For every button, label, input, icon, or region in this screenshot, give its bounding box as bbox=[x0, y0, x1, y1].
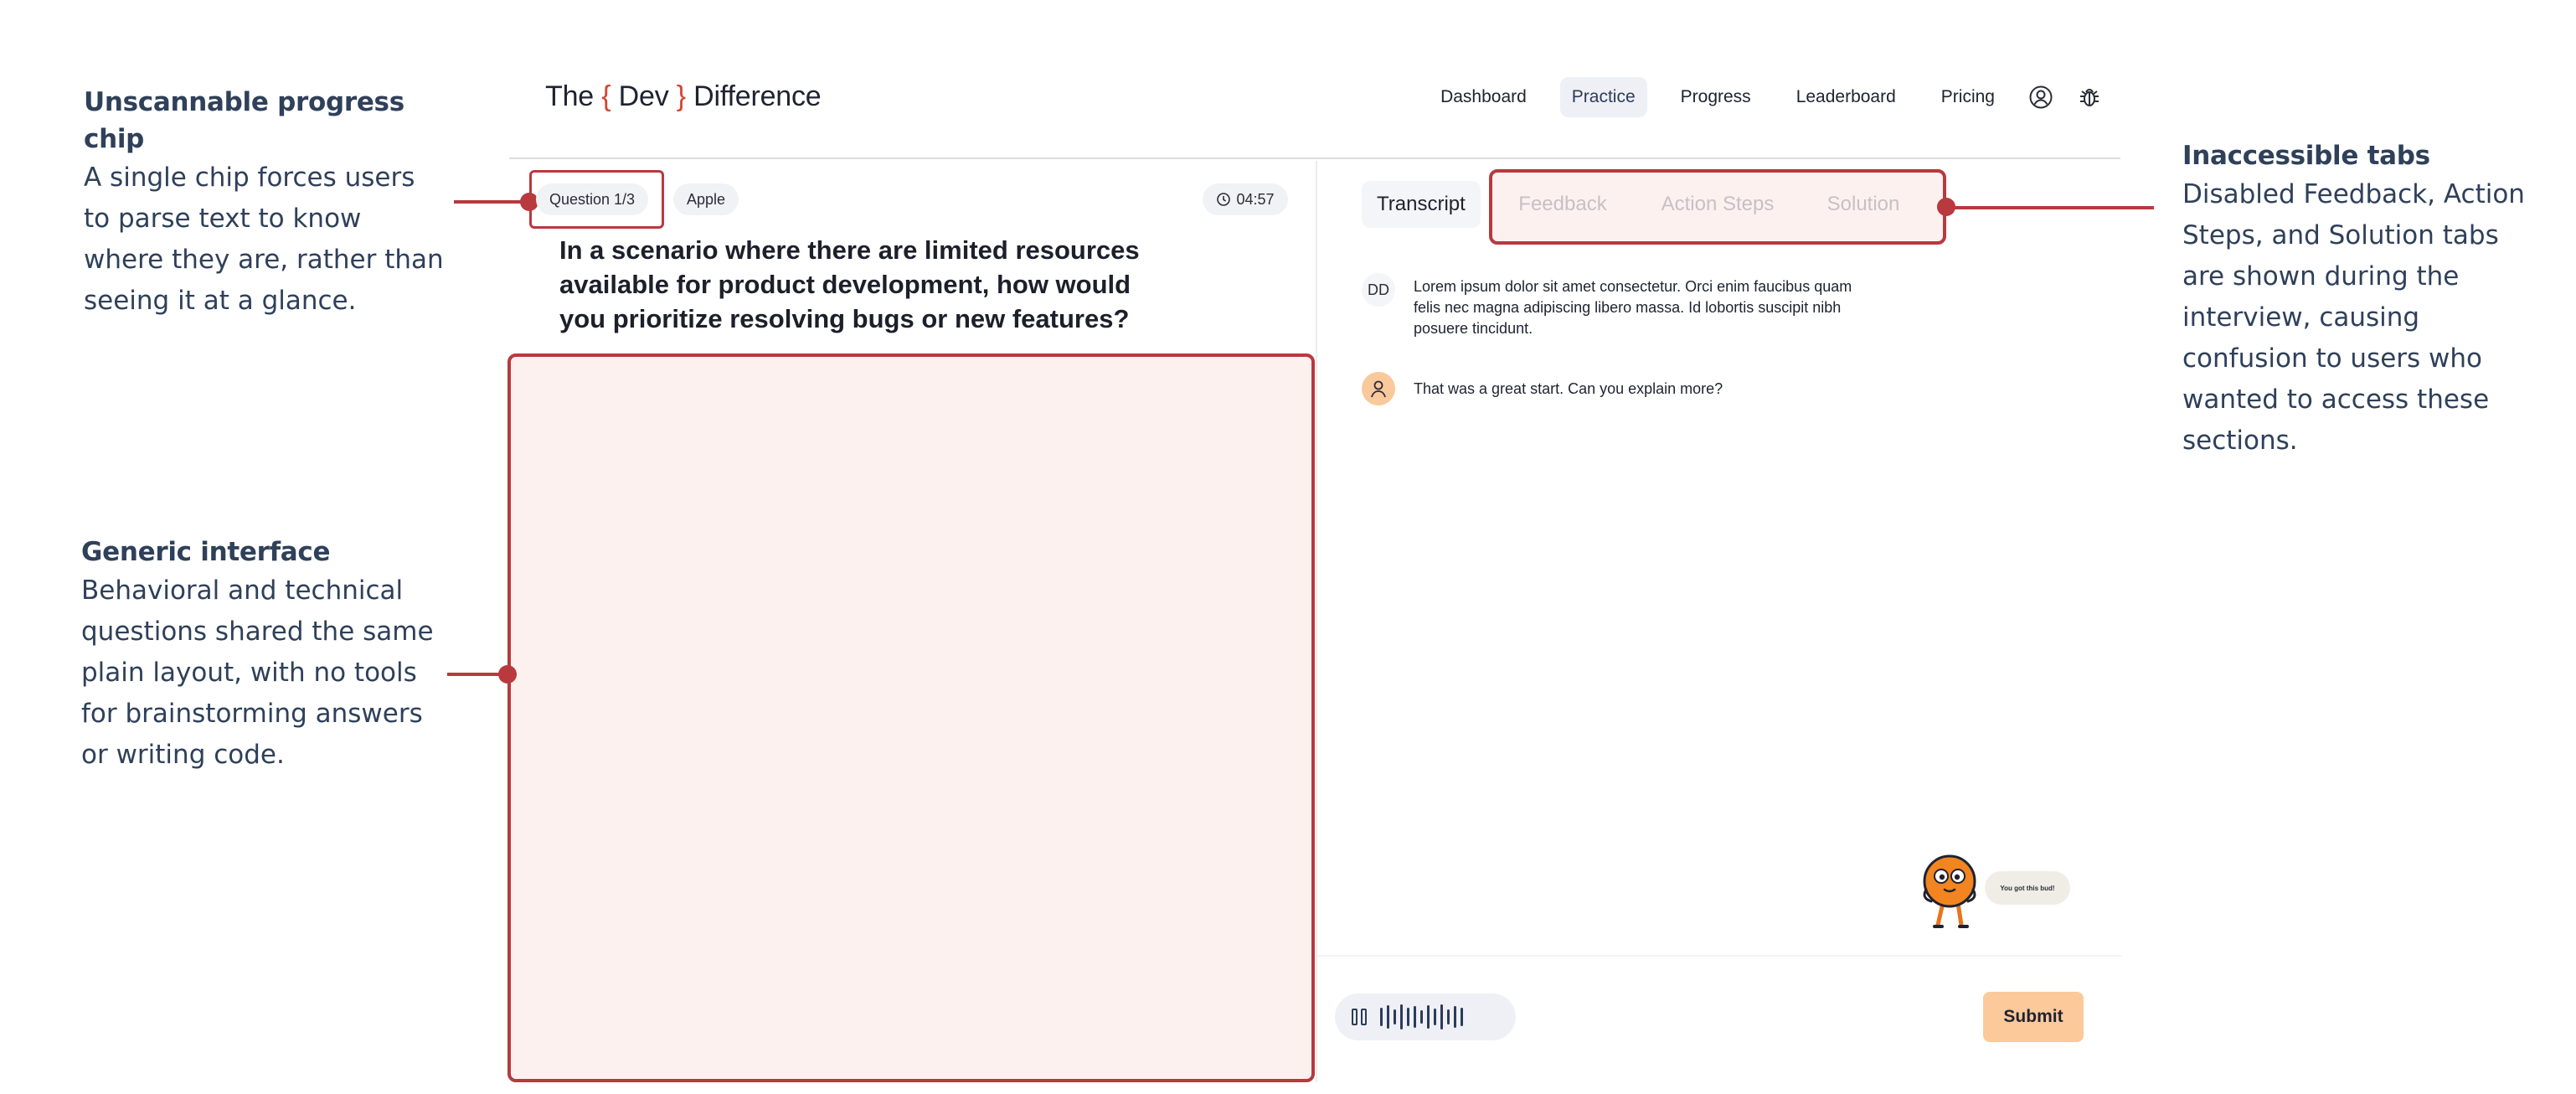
annotation-inaccessible-tabs: Inaccessible tabs Disabled Feedback, Act… bbox=[2182, 137, 2543, 462]
clock-icon bbox=[1217, 193, 1231, 206]
nav-leaderboard[interactable]: Leaderboard bbox=[1785, 77, 1908, 117]
mascot-illustration bbox=[1918, 851, 1985, 935]
message-text: That was a great start. Can you explain … bbox=[1414, 380, 1723, 397]
tab-feedback[interactable]: Feedback bbox=[1504, 181, 1621, 228]
panel-divider bbox=[1316, 161, 1317, 1082]
audio-waveform-icon bbox=[1380, 1004, 1463, 1029]
tab-transcript[interactable]: Transcript bbox=[1362, 181, 1481, 228]
logo-text: The bbox=[545, 80, 602, 112]
connector-inaccessible-tabs bbox=[1946, 206, 2154, 209]
main-nav: Dashboard Practice Progress Leaderboard … bbox=[1407, 77, 2104, 117]
annotation-body: A single chip forces users to parse text… bbox=[84, 163, 444, 316]
avatar-interviewer: DD bbox=[1362, 273, 1395, 307]
submit-button[interactable]: Submit bbox=[1983, 992, 2084, 1042]
logo-text: Dev bbox=[611, 80, 677, 112]
question-text: In a scenario where there are limited re… bbox=[559, 235, 1140, 333]
annotation-title: Generic interface bbox=[81, 537, 331, 567]
nav-progress[interactable]: Progress bbox=[1669, 77, 1763, 117]
logo-brace-open: { bbox=[601, 80, 611, 112]
annotation-progress-chip: Unscannable progress chip A single chip … bbox=[84, 84, 444, 322]
connector-progress-chip bbox=[454, 200, 529, 204]
timer-value: 04:57 bbox=[1236, 190, 1275, 208]
mascot-speech-bubble: You got this bud! bbox=[1985, 871, 2070, 905]
annotation-title: Inaccessible tabs bbox=[2182, 141, 2430, 171]
tab-solution[interactable]: Solution bbox=[1809, 181, 1918, 228]
answer-workspace[interactable] bbox=[507, 353, 1315, 1082]
annotation-generic-interface: Generic interface Behavioral and technic… bbox=[81, 534, 441, 776]
nav-practice[interactable]: Practice bbox=[1559, 77, 1647, 117]
tab-action-steps[interactable]: Action Steps bbox=[1646, 181, 1789, 228]
audio-control[interactable] bbox=[1335, 993, 1516, 1040]
bug-icon[interactable] bbox=[2075, 83, 2104, 111]
connector-dot bbox=[498, 665, 517, 684]
nav-dashboard[interactable]: Dashboard bbox=[1429, 77, 1538, 117]
annotation-body: Disabled Feedback, Action Steps, and Sol… bbox=[2182, 179, 2525, 456]
message-text: Lorem ipsum dolor sit amet consectetur. … bbox=[1414, 278, 1852, 337]
user-icon bbox=[1362, 372, 1395, 405]
controls-divider bbox=[1317, 955, 2121, 957]
logo-brace-close: } bbox=[676, 80, 686, 112]
timer-chip: 04:57 bbox=[1203, 183, 1288, 215]
annotation-body: Behavioral and technical questions share… bbox=[81, 575, 434, 770]
app-header: The { Dev } Difference Dashboard Practic… bbox=[509, 50, 2120, 159]
connector-dot bbox=[1937, 198, 1955, 216]
company-chip: Apple bbox=[673, 183, 739, 215]
logo-text: Difference bbox=[685, 80, 822, 112]
highlight-progress-chip bbox=[529, 170, 664, 229]
transcript-message: DD Lorem ipsum dolor sit amet consectetu… bbox=[1362, 273, 1864, 339]
transcript-message: That was a great start. Can you explain … bbox=[1362, 372, 1864, 405]
app-logo[interactable]: The { Dev } Difference bbox=[545, 80, 822, 113]
nav-pricing[interactable]: Pricing bbox=[1929, 77, 2007, 117]
pause-icon[interactable] bbox=[1352, 1009, 1367, 1025]
annotation-title: Unscannable progress chip bbox=[84, 87, 404, 154]
user-circle-icon[interactable] bbox=[2027, 83, 2055, 111]
